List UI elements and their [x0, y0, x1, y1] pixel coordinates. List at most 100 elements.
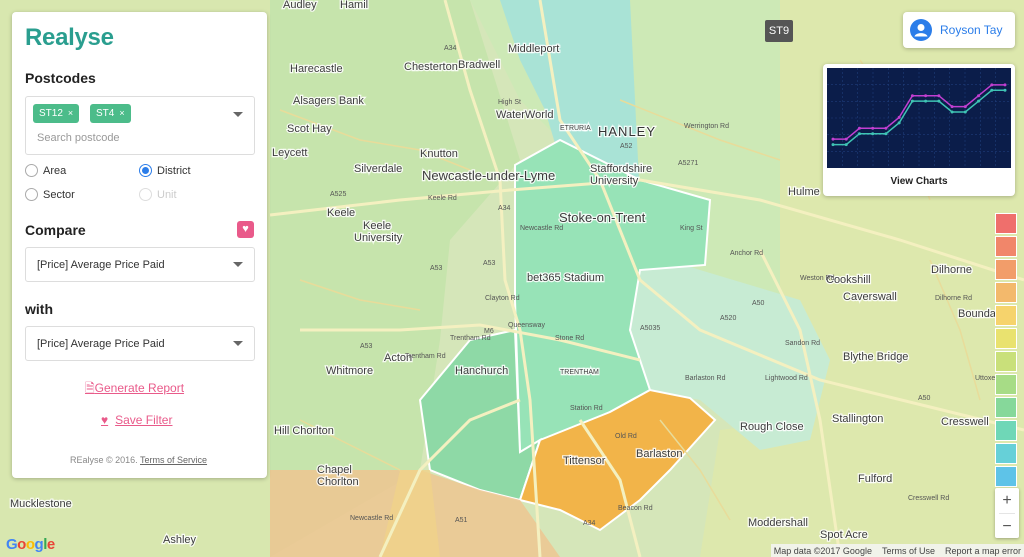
zoom-in-button[interactable]: + — [995, 488, 1019, 513]
chart-point — [990, 88, 994, 92]
svg-text:Chesterton: Chesterton — [404, 61, 458, 73]
radio-area[interactable]: Area — [25, 164, 66, 177]
legend-swatch — [995, 397, 1017, 418]
svg-text:Knutton: Knutton — [420, 148, 458, 160]
chart-point — [963, 105, 967, 109]
legend-swatch — [995, 443, 1017, 464]
svg-text:A53: A53 — [430, 265, 443, 272]
legend-swatch — [995, 374, 1017, 395]
google-logo: Google — [6, 536, 55, 553]
chart-point — [871, 132, 875, 136]
chip-remove-icon[interactable]: × — [119, 108, 124, 118]
map-data-text: Map data ©2017 Google — [773, 545, 872, 556]
svg-text:Blythe Bridge: Blythe Bridge — [843, 351, 908, 363]
postcode-select[interactable]: ST12 × ST4 × Search postcode — [25, 96, 255, 155]
svg-text:Moddershall: Moddershall — [748, 517, 808, 529]
legend-swatch — [995, 213, 1017, 234]
user-icon — [910, 19, 932, 41]
svg-text:University: University — [590, 175, 639, 187]
svg-text:Keele: Keele — [327, 207, 355, 219]
svg-text:Weston Rd: Weston Rd — [800, 275, 835, 282]
radio-circle[interactable] — [25, 164, 38, 177]
svg-text:Anchor Rd: Anchor Rd — [730, 250, 763, 257]
terms-of-use-link[interactable]: Terms of Use — [882, 546, 935, 556]
radio-district[interactable]: District — [139, 164, 191, 177]
chart-point — [831, 137, 835, 141]
user-menu-button[interactable]: Royson Tay — [903, 12, 1015, 48]
legend-swatch — [995, 259, 1017, 280]
radio-circle[interactable] — [25, 188, 38, 201]
document-icon: 🗎 — [85, 381, 95, 395]
chart-point — [977, 94, 981, 98]
svg-text:M6: M6 — [484, 328, 494, 335]
svg-text:Hulme: Hulme — [788, 186, 820, 198]
chart-point — [950, 110, 954, 114]
radio-unit: Unit — [139, 188, 177, 201]
svg-text:Station Rd: Station Rd — [570, 405, 603, 412]
generate-report-label: Generate Report — [94, 381, 185, 395]
mini-line-chart — [827, 68, 1011, 168]
chart-point — [857, 132, 861, 136]
terms-of-service-link[interactable]: Terms of Service — [140, 455, 207, 465]
postcode-chip[interactable]: ST12 × — [33, 104, 80, 123]
chart-point — [910, 94, 914, 98]
svg-text:Beacon Rd: Beacon Rd — [618, 505, 653, 512]
svg-text:A34: A34 — [498, 205, 511, 212]
report-map-error-link[interactable]: Report a map error — [945, 546, 1021, 556]
legend-swatch — [995, 328, 1017, 349]
svg-text:Old Rd: Old Rd — [615, 433, 637, 440]
svg-text:Rough Close: Rough Close — [740, 421, 804, 433]
chip-label: ST12 — [39, 108, 63, 119]
chevron-down-icon[interactable] — [233, 341, 243, 346]
svg-text:A50: A50 — [752, 300, 765, 307]
app-logo[interactable]: Realyse — [25, 24, 114, 52]
svg-text:A53: A53 — [360, 343, 373, 350]
svg-text:Stallington: Stallington — [832, 413, 883, 425]
filter-panel: Realyse Postcodes ST12 × ST4 × Search post… — [12, 12, 267, 478]
svg-text:Cresswell Rd: Cresswell Rd — [908, 495, 949, 502]
svg-text:Barlaston: Barlaston — [636, 448, 682, 460]
svg-text:Hamil: Hamil — [340, 0, 368, 11]
svg-text:A5271: A5271 — [678, 160, 698, 167]
svg-text:Clayton Rd: Clayton Rd — [485, 295, 520, 302]
view-charts-label: View Charts — [890, 176, 948, 187]
chart-point — [897, 121, 901, 125]
svg-text:HANLEY: HANLEY — [598, 124, 656, 139]
svg-text:A53: A53 — [483, 260, 496, 267]
chart-point — [910, 99, 914, 103]
svg-text:Staffordshire: Staffordshire — [590, 163, 652, 175]
postcode-chip[interactable]: ST4 × — [90, 104, 131, 123]
zoom-control: + − — [995, 488, 1019, 538]
chip-remove-icon[interactable]: × — [68, 108, 73, 118]
favourite-heart-button[interactable]: ♥ — [237, 221, 254, 238]
svg-text:Queensway: Queensway — [508, 322, 545, 329]
radio-label: Unit — [157, 188, 177, 201]
chart-point — [831, 143, 835, 147]
compare-title: Compare — [25, 222, 86, 238]
chevron-down-icon[interactable] — [233, 112, 243, 117]
svg-text:Trentham Rd: Trentham Rd — [450, 335, 491, 342]
with-select[interactable]: [Price] Average Price Paid — [25, 326, 255, 361]
svg-text:High St: High St — [498, 99, 521, 106]
chart-point — [937, 94, 941, 98]
chip-label: ST4 — [96, 108, 115, 119]
radio-circle — [139, 188, 152, 201]
postcode-search-input[interactable]: Search postcode — [37, 132, 120, 144]
radio-label: District — [157, 164, 191, 177]
zoom-out-button[interactable]: − — [995, 514, 1019, 539]
chevron-down-icon[interactable] — [233, 262, 243, 267]
svg-text:Bradwell: Bradwell — [458, 59, 500, 71]
legend-swatch — [995, 351, 1017, 372]
radio-label: Area — [43, 164, 67, 177]
copyright-text: REalyse © 2016. — [70, 455, 138, 465]
chart-point — [844, 143, 848, 147]
radio-circle[interactable] — [139, 164, 152, 177]
radio-sector[interactable]: Sector — [25, 188, 75, 201]
generate-report-link[interactable]: 🗎Generate Report — [85, 379, 184, 400]
chart-point — [990, 83, 994, 87]
svg-text:Keele: Keele — [363, 220, 391, 232]
svg-text:Harecastle: Harecastle — [290, 63, 343, 75]
compare-select[interactable]: [Price] Average Price Paid — [25, 247, 255, 282]
save-filter-link[interactable]: ♥ Save Filter — [101, 413, 172, 427]
chart-preview-card[interactable]: View Charts — [823, 64, 1015, 196]
